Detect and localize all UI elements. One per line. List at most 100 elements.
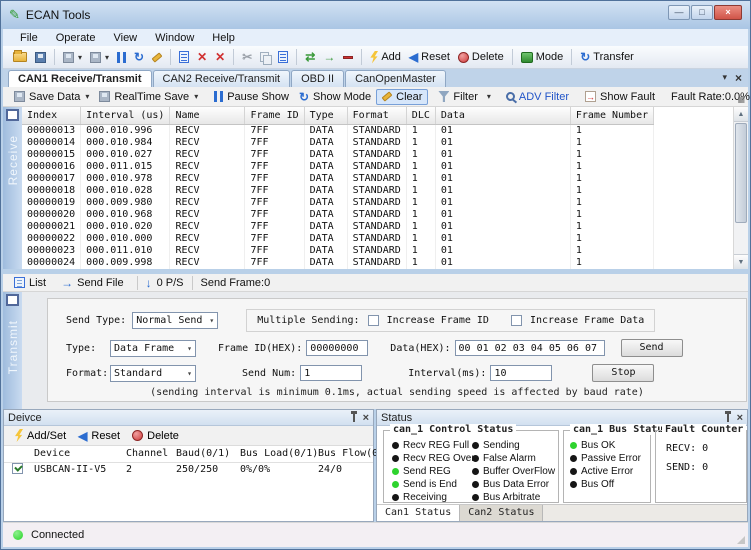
reset-device-button[interactable]: ◀Reset xyxy=(405,50,454,64)
scroll-down-icon[interactable]: ▼ xyxy=(734,254,748,269)
format-select[interactable]: Standard ▾ xyxy=(110,365,196,382)
device-row[interactable]: USBCAN-II-V5 2 250/250 0%/0% 24/0 xyxy=(4,462,373,477)
main-tab[interactable]: CAN1 Receive/Transmit xyxy=(8,70,152,87)
remove-button[interactable] xyxy=(339,55,357,60)
status-tab[interactable]: Can2 Status xyxy=(460,505,543,521)
cut-button[interactable]: ✂ xyxy=(238,50,256,64)
show-fault-button[interactable]: →Show Fault xyxy=(580,90,660,104)
close-button[interactable]: × xyxy=(714,5,742,20)
send-file-button[interactable]: →Send File xyxy=(56,276,128,290)
scrollbar-thumb[interactable] xyxy=(735,123,747,223)
panel-close-icon[interactable]: × xyxy=(737,413,743,423)
table-row[interactable]: 00000016000.011.015RECV7FFDATASTANDARD10… xyxy=(22,161,654,173)
column-header[interactable]: Data xyxy=(435,107,570,124)
pause-show-button[interactable]: Pause Show xyxy=(209,90,294,104)
vertical-scrollbar[interactable]: ▲ ▼ xyxy=(733,107,748,269)
edit-tool-button[interactable]: ✕ xyxy=(193,50,211,64)
stop-button[interactable]: Stop xyxy=(592,364,654,382)
table-row[interactable]: 00000013000.010.996RECV7FFDATASTANDARD10… xyxy=(22,124,654,137)
pause-button[interactable] xyxy=(113,51,130,64)
list-button[interactable]: List xyxy=(9,276,51,290)
receive-select-box-icon[interactable] xyxy=(6,109,19,121)
paste-button[interactable] xyxy=(274,50,292,64)
column-header[interactable]: Index xyxy=(22,107,81,124)
column-header[interactable]: Baud(0/1) xyxy=(172,446,236,462)
minimize-button[interactable]: — xyxy=(668,5,690,20)
add-set-button[interactable]: Add/Set xyxy=(10,428,71,443)
interval-input[interactable] xyxy=(490,365,552,381)
table-row[interactable]: 00000020000.010.968RECV7FFDATASTANDARD10… xyxy=(22,209,654,221)
delete-item-button[interactable]: ✕ xyxy=(211,50,229,64)
mode-button[interactable]: Mode xyxy=(517,50,568,64)
column-header[interactable]: Type xyxy=(304,107,347,124)
sync-button[interactable]: ⇄ xyxy=(301,50,319,64)
table-row[interactable]: 00000014000.010.984RECV7FFDATASTANDARD10… xyxy=(22,137,654,149)
frame-id-input[interactable] xyxy=(306,340,368,356)
column-header[interactable]: Interval (us) xyxy=(81,107,170,124)
clear-button[interactable]: Clear xyxy=(376,89,428,105)
delete-device-button[interactable]: Delete xyxy=(454,50,508,64)
column-header[interactable]: Bus Flow(0/1) xyxy=(314,446,373,462)
copy-button[interactable] xyxy=(256,51,274,64)
save-button[interactable] xyxy=(31,51,50,64)
open-file-button[interactable] xyxy=(9,51,31,63)
clear-button[interactable] xyxy=(148,54,166,61)
new-doc-button[interactable] xyxy=(175,50,193,64)
menu-item[interactable]: File xyxy=(11,31,47,45)
menu-item[interactable]: Operate xyxy=(47,31,105,45)
table-row[interactable]: 00000021000.010.020RECV7FFDATASTANDARD10… xyxy=(22,221,654,233)
save-data-button[interactable]: Save Data▾ xyxy=(9,90,94,104)
data-hex-input[interactable] xyxy=(455,340,605,356)
save-data-dropdown-button[interactable]: ▾ xyxy=(59,51,86,64)
refresh-button[interactable]: ↻ xyxy=(130,50,148,64)
transfer-button[interactable]: ↻Transfer xyxy=(576,50,638,64)
column-header[interactable]: Format xyxy=(347,107,406,124)
table-row[interactable]: 00000022000.010.000RECV7FFDATASTANDARD10… xyxy=(22,233,654,245)
device-reset-button[interactable]: ◀Reset xyxy=(73,429,125,443)
column-header[interactable]: DLC xyxy=(406,107,435,124)
frame-type-select[interactable]: Data Frame ▾ xyxy=(110,340,196,357)
send-button[interactable]: Send xyxy=(621,339,683,357)
realtime-save-button[interactable]: RealTime Save▾ xyxy=(94,90,203,104)
resize-grip[interactable] xyxy=(737,536,745,544)
increase-frame-data-checkbox[interactable] xyxy=(511,315,522,326)
toolbar-overflow-grip[interactable]: ▦ xyxy=(737,95,745,104)
filter-combo[interactable]: Filter ▾ xyxy=(434,90,494,104)
column-header[interactable]: Channel xyxy=(122,446,172,462)
status-tab[interactable]: Can1 Status xyxy=(377,505,460,521)
column-header[interactable]: Name xyxy=(170,107,245,124)
arrow-down-icon[interactable]: ↓ xyxy=(146,277,152,289)
column-header[interactable]: Frame Number xyxy=(570,107,653,124)
table-row[interactable]: 00000019000.009.980RECV7FFDATASTANDARD10… xyxy=(22,197,654,209)
table-row[interactable]: 00000015000.010.027RECV7FFDATASTANDARD10… xyxy=(22,149,654,161)
send-num-input[interactable] xyxy=(300,365,362,381)
increase-frame-id-checkbox[interactable] xyxy=(368,315,379,326)
column-header[interactable]: Bus Load(0/1) xyxy=(236,446,314,462)
add-device-button[interactable]: Add xyxy=(366,50,405,65)
transmit-select-box-icon[interactable] xyxy=(6,294,19,306)
send-type-select[interactable]: Normal Send ▾ xyxy=(132,312,218,329)
column-header[interactable]: Device xyxy=(30,446,122,462)
adv-filter-button[interactable]: ADV Filter xyxy=(501,90,574,104)
device-checkbox[interactable] xyxy=(12,463,23,474)
table-row[interactable]: 00000018000.010.028RECV7FFDATASTANDARD10… xyxy=(22,185,654,197)
scroll-up-icon[interactable]: ▲ xyxy=(734,107,748,122)
menu-item[interactable]: Window xyxy=(146,31,203,45)
panel-close-icon[interactable]: × xyxy=(363,413,369,423)
table-row[interactable]: 00000017000.010.978RECV7FFDATASTANDARD10… xyxy=(22,173,654,185)
tab-list-dropdown-icon[interactable]: ▾ xyxy=(722,72,727,83)
main-tab[interactable]: OBD II xyxy=(291,70,344,87)
table-row[interactable]: 00000024000.009.998RECV7FFDATASTANDARD10… xyxy=(22,257,654,269)
device-delete-button[interactable]: Delete xyxy=(127,429,184,443)
main-tab[interactable]: CAN2 Receive/Transmit xyxy=(153,70,291,87)
table-row[interactable]: 00000023000.011.010RECV7FFDATASTANDARD10… xyxy=(22,245,654,257)
show-mode-button[interactable]: ↻Show Mode xyxy=(294,90,376,104)
pin-icon[interactable] xyxy=(353,414,355,422)
forward-button[interactable]: → xyxy=(319,50,339,64)
main-tab[interactable]: CanOpenMaster xyxy=(345,70,446,87)
column-header[interactable]: Frame ID xyxy=(245,107,304,124)
tab-close-icon[interactable]: × xyxy=(735,73,742,83)
realtime-save-dropdown-button[interactable]: ▾ xyxy=(86,51,113,64)
menu-item[interactable]: Help xyxy=(203,31,244,45)
menu-item[interactable]: View xyxy=(104,31,146,45)
